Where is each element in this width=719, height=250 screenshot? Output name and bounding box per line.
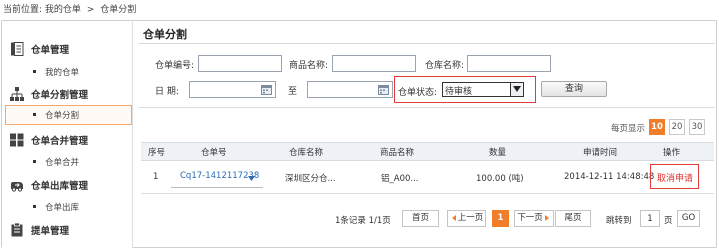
column-header-order-no: 仓单号 [201, 148, 227, 158]
sidebar-item-label: 我的仓单 [45, 68, 80, 78]
search-divider [139, 107, 715, 108]
column-header-index: 序号 [148, 148, 166, 158]
column-header-warehouse: 仓库名称 [289, 148, 324, 158]
sidebar-group-split-management[interactable]: 仓单分割管理 [2, 83, 133, 105]
next-page-label: 下一页 [517, 213, 543, 223]
arrow-right-icon [544, 214, 549, 221]
order-no-input[interactable] [198, 55, 282, 72]
jump-to-label: 跳转到 [606, 216, 632, 226]
date-label: 日 期: [155, 87, 179, 97]
merge-grid-icon [10, 133, 24, 147]
last-page-button[interactable]: 尾页 [555, 210, 591, 227]
jump-page-input[interactable] [640, 210, 660, 227]
status-select-value: 待审核 [445, 87, 473, 97]
clipboard-icon [10, 222, 24, 237]
column-header-product: 商品名称 [380, 148, 415, 158]
column-header-quantity: 数量 [489, 148, 507, 158]
document-icon [10, 42, 24, 56]
start-date-input[interactable] [189, 81, 276, 98]
cell-quantity: 100.00 (吨) [476, 174, 524, 184]
sidebar-group-label: 仓单分割管理 [31, 90, 89, 101]
sidebar-item-label: 仓单分割 [45, 111, 80, 121]
end-date-input[interactable] [307, 81, 393, 98]
calendar-icon[interactable] [378, 85, 389, 95]
breadcrumb-prefix: 当前位置: [3, 5, 43, 15]
cell-warehouse: 深圳区分仓... [285, 174, 336, 184]
sidebar-group-label: 仓单合并管理 [31, 136, 89, 147]
sidebar-item-label: 仓单合并 [45, 158, 80, 168]
prev-page-button[interactable]: 上一页 [447, 210, 486, 227]
go-button[interactable]: GO [677, 210, 700, 227]
column-header-apply-time: 申请时间 [583, 148, 618, 158]
split-tree-icon [10, 87, 24, 101]
date-to-label: 至 [288, 87, 298, 97]
product-name-input[interactable] [332, 55, 416, 72]
prev-page-label: 上一页 [457, 213, 484, 223]
sidebar-item-split[interactable]: 仓单分割 [5, 105, 132, 125]
caret-down-icon[interactable] [248, 174, 255, 184]
column-header-action: 操作 [663, 148, 681, 158]
page-unit-label: 页 [664, 216, 673, 226]
per-page-option-20[interactable]: 20 [669, 119, 685, 135]
truck-out-icon [10, 178, 24, 192]
chevron-down-icon[interactable] [510, 83, 523, 96]
sidebar-item-my-receipts[interactable]: 我的仓单 [2, 62, 133, 82]
sidebar-group-label: 仓单管理 [31, 45, 70, 56]
breadcrumb: 当前位置: 我的仓单 > 仓单分割 [3, 3, 136, 17]
sidebar-group-label: 仓单出库管理 [31, 181, 89, 192]
pager-summary: 1条记录 1/1页 [335, 216, 391, 226]
bullet [33, 70, 36, 73]
sidebar-group-outbound-management[interactable]: 仓单出库管理 [2, 174, 133, 196]
breadcrumb-separator: > [86, 5, 95, 15]
sidebar-group-merge-management[interactable]: 仓单合并管理 [2, 129, 133, 151]
cell-apply-time: 2014-12-11 14:48:48 [564, 172, 655, 182]
warehouse-name-label: 仓库名称: [425, 61, 465, 71]
sidebar-item-label: 仓单出库 [45, 203, 80, 213]
title-divider [139, 43, 715, 44]
sidebar-group-bill-of-lading[interactable]: 提单管理 [2, 219, 133, 241]
arrow-left-icon [451, 214, 456, 221]
bullet [33, 113, 36, 116]
page-title: 仓单分割 [143, 28, 187, 41]
status-label: 仓单状态: [398, 88, 438, 98]
row-divider [141, 193, 714, 194]
bullet [33, 205, 36, 208]
order-no-underline [171, 187, 263, 188]
per-page-label: 每页显示 [611, 124, 646, 134]
bullet [33, 160, 36, 163]
query-button[interactable]: 查询 [541, 81, 607, 97]
sidebar-group-label: 提单管理 [31, 226, 70, 237]
sidebar-item-merge[interactable]: 仓单合并 [2, 152, 133, 172]
per-page-option-10[interactable]: 10 [649, 119, 665, 135]
first-page-button[interactable]: 首页 [402, 210, 439, 227]
page-number-current[interactable]: 1 [492, 210, 509, 227]
breadcrumb-level1[interactable]: 我的仓单 [45, 5, 81, 15]
status-select[interactable]: 待审核 [442, 82, 524, 97]
next-page-button[interactable]: 下一页 [514, 210, 554, 227]
sidebar: 仓单管理 我的仓单 仓单分割管理 仓单分割 仓单合并管理 仓单合并 仓单出库管理… [2, 22, 133, 248]
cell-product: 铝_A00... [381, 174, 419, 184]
sidebar-item-outbound[interactable]: 仓单出库 [2, 197, 133, 217]
warehouse-name-input[interactable] [467, 55, 551, 72]
breadcrumb-level2: 仓单分割 [100, 5, 137, 15]
order-no-label: 仓单编号: [155, 61, 195, 71]
per-page-option-30[interactable]: 30 [689, 119, 705, 135]
cancel-application-link[interactable]: 取消申请 [657, 171, 693, 184]
sidebar-group-warehouse-receipts[interactable]: 仓单管理 [2, 38, 133, 60]
cell-index: 1 [153, 172, 159, 182]
product-name-label: 商品名称: [289, 61, 329, 71]
calendar-icon[interactable] [261, 85, 272, 95]
